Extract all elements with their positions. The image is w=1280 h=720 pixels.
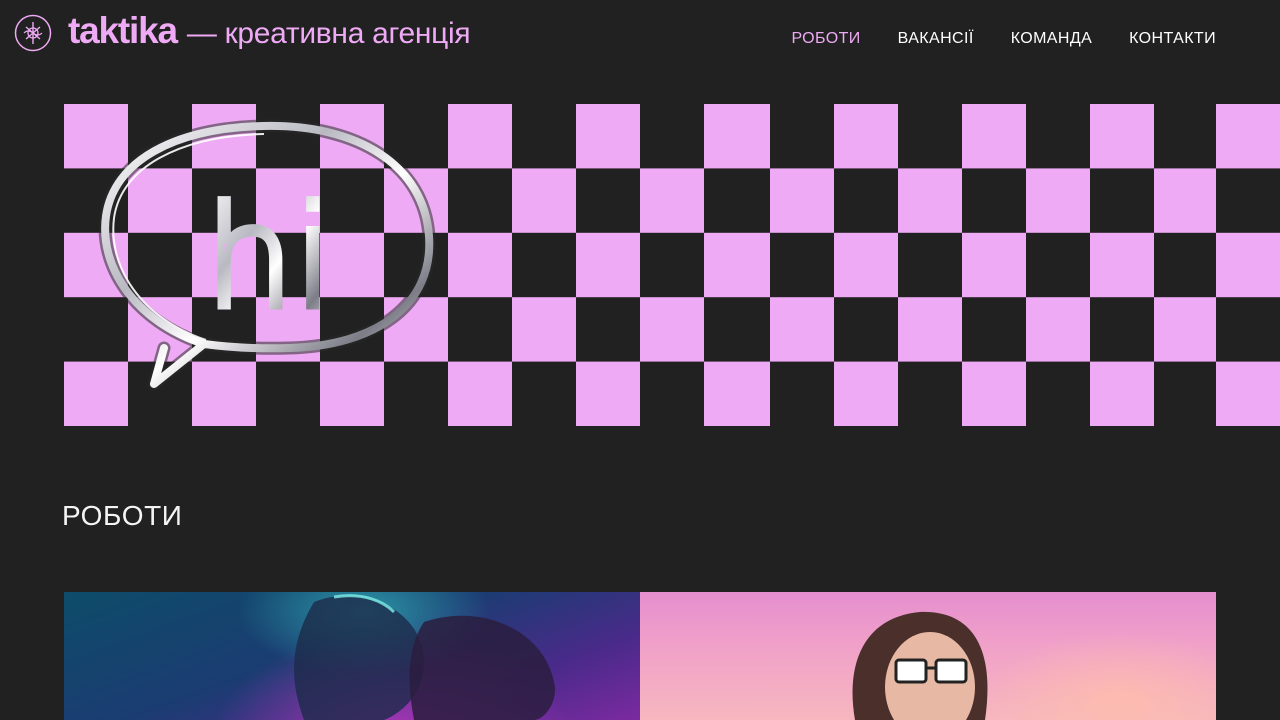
checker-square — [770, 297, 834, 362]
checker-square — [576, 361, 640, 426]
brand: taktika — креативна агенція — [68, 10, 471, 54]
checker-square — [898, 168, 962, 233]
checker-square — [1154, 297, 1216, 362]
taktika-emblem-icon — [14, 14, 52, 52]
brand-tagline: — креативна агенція — [186, 17, 471, 50]
page: taktika — креативна агенція РОБОТИ ВАКАН… — [0, 0, 1280, 720]
checker-square — [1026, 297, 1090, 362]
checker-square — [898, 297, 962, 362]
checker-square — [704, 361, 770, 426]
checker-square — [1216, 104, 1280, 169]
checker-square — [1090, 104, 1154, 169]
work-card-2[interactable] — [640, 592, 1216, 720]
nav-item-works[interactable]: РОБОТИ — [791, 28, 860, 50]
checker-square — [1090, 361, 1154, 426]
nav-item-vacancies[interactable]: ВАКАНСІЇ — [898, 28, 974, 50]
checker-square — [834, 232, 898, 298]
checker-square — [962, 361, 1026, 426]
bubble-text: hi — [205, 177, 333, 340]
nav-item-team[interactable]: КОМАНДА — [1011, 28, 1092, 50]
checker-square — [834, 104, 898, 169]
site-header: taktika — креативна агенція РОБОТИ ВАКАН… — [0, 0, 1280, 80]
work-card-1[interactable] — [64, 592, 640, 720]
checker-square — [770, 168, 834, 233]
checker-square — [962, 232, 1026, 298]
checker-square — [1090, 232, 1154, 298]
checker-square — [1026, 168, 1090, 233]
checker-square — [448, 104, 512, 169]
checker-square — [512, 168, 576, 233]
works-section-title: РОБОТИ — [62, 500, 183, 531]
checker-square — [448, 361, 512, 426]
checker-square — [640, 168, 704, 233]
nav-item-contacts[interactable]: КОНТАКТИ — [1129, 28, 1216, 50]
hero-banner: hi — [64, 104, 1280, 426]
checker-square — [448, 232, 512, 298]
checker-square — [1216, 361, 1280, 426]
works-grid — [64, 592, 1216, 720]
checker-square — [512, 297, 576, 362]
checker-square — [962, 104, 1026, 169]
checker-square — [576, 104, 640, 169]
main-nav: РОБОТИ ВАКАНСІЇ КОМАНДА КОНТАКТИ — [754, 28, 1216, 50]
checker-square — [834, 361, 898, 426]
man-with-sunglasses-pink-sky-image — [852, 611, 988, 720]
checker-square — [1154, 168, 1216, 233]
checker-square — [576, 232, 640, 298]
checker-square — [704, 232, 770, 298]
checker-square — [704, 104, 770, 169]
hi-speech-bubble-icon: hi — [98, 119, 436, 391]
logo-link[interactable] — [14, 14, 52, 52]
checker-square — [640, 297, 704, 362]
checker-square — [1216, 232, 1280, 298]
brand-name[interactable]: taktika — [68, 10, 178, 52]
neon-portrait-kiss-image — [294, 594, 555, 720]
